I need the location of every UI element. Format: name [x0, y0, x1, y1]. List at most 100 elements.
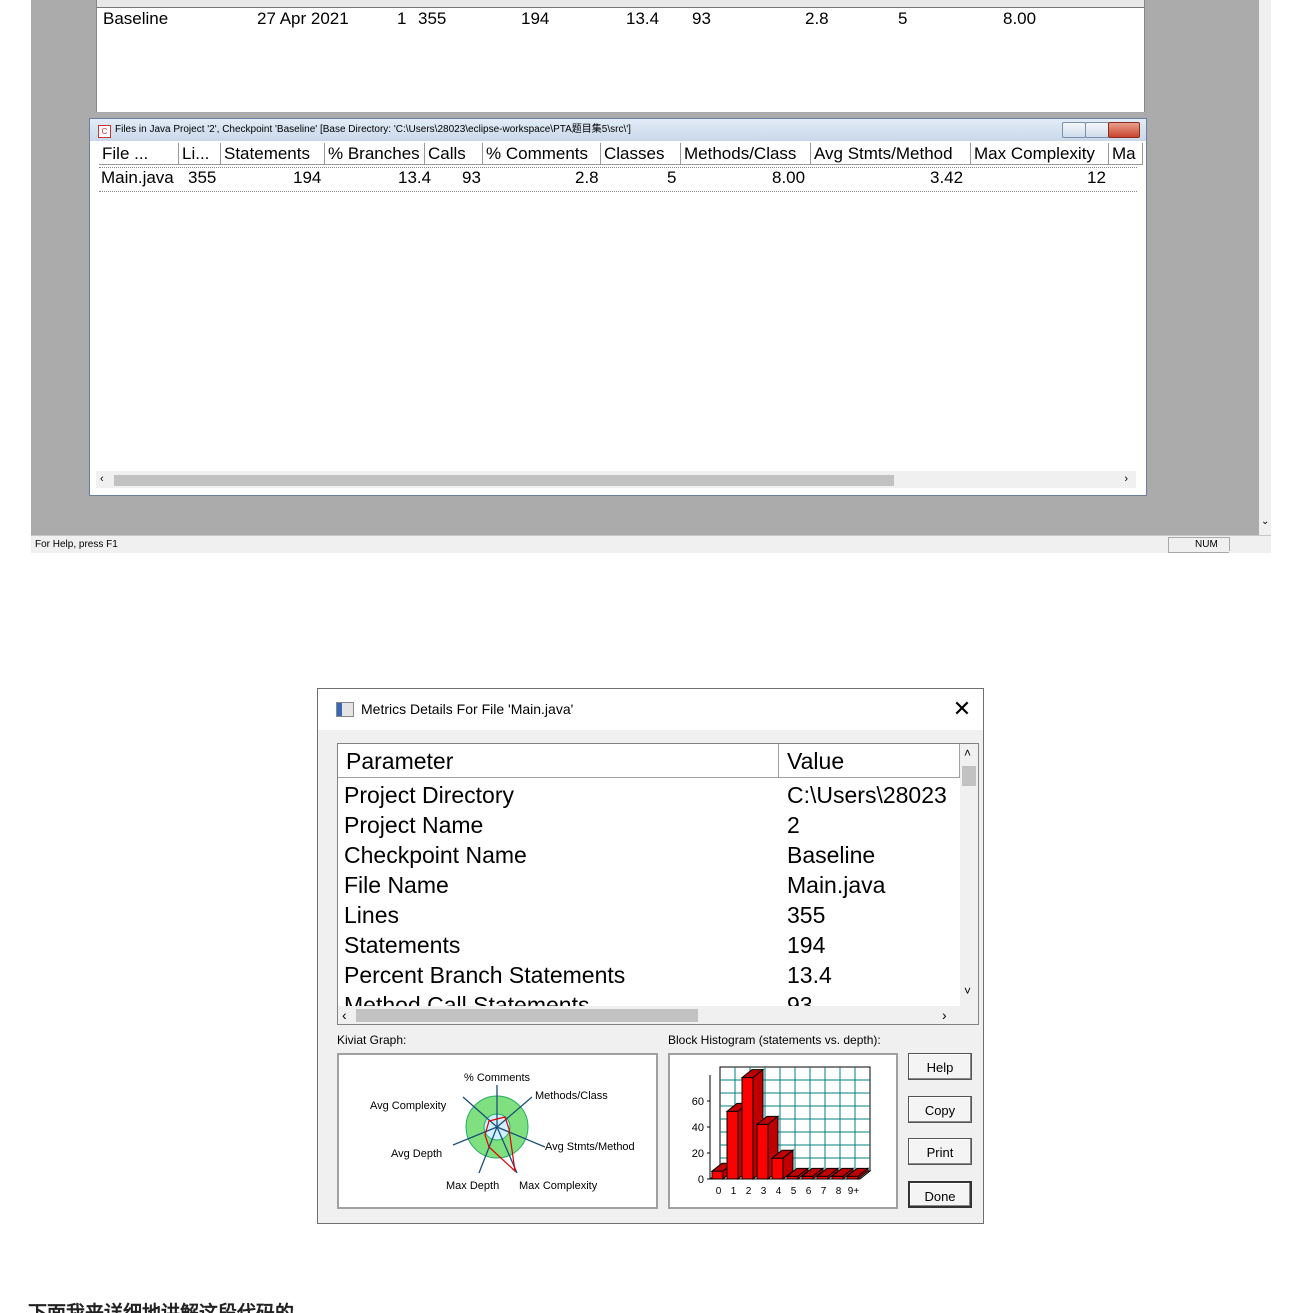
kiviat-axis-label: Avg Complexity	[370, 1100, 447, 1112]
help-button[interactable]: Help	[908, 1053, 972, 1080]
files-column-header[interactable]: Methods/Class	[681, 143, 811, 165]
files-window-title: Files in Java Project '2', Checkpoint 'B…	[115, 124, 631, 135]
kiviat-axis-label: Avg Stmts/Method	[545, 1141, 635, 1153]
histogram-y-tick-label: 40	[692, 1122, 704, 1134]
files-column-header[interactable]: % Branches	[325, 143, 425, 165]
app-vertical-scrollbar[interactable]: ⌄	[1259, 0, 1271, 535]
cp-files: 1	[397, 9, 407, 28]
metrics-details-dialog: Metrics Details For File 'Main.java' ✕ P…	[317, 688, 984, 1224]
file-methods-class-cell: 8.00	[772, 168, 806, 187]
value-cell: 2	[787, 812, 800, 838]
cp-methods-class: 8.00	[1003, 9, 1037, 28]
status-bar: For Help, press F1 NUM	[31, 535, 1271, 553]
histogram-x-tick-label: 5	[791, 1186, 797, 1197]
close-icon[interactable]: ✕	[950, 697, 974, 721]
histogram-x-tick-label: 9+	[848, 1186, 860, 1197]
value-cell: 355	[787, 902, 826, 928]
file-lines-cell: 355	[188, 168, 217, 187]
cp-name: Baseline	[103, 9, 169, 28]
histogram-svg: 02040600 1 2 3 4 5 6 7 8 9+	[692, 1066, 872, 1197]
cp-created: 27 Apr 2021	[257, 9, 349, 28]
files-column-header[interactable]: Statements	[221, 143, 325, 165]
scroll-left-icon[interactable]: ‹	[342, 1006, 347, 1024]
histogram-x-tick-label: 8	[836, 1186, 842, 1197]
scroll-down-icon[interactable]: ⌄	[1261, 516, 1269, 527]
cp-calls: 93	[692, 9, 711, 28]
scroll-right-icon[interactable]: ›	[942, 1006, 947, 1024]
kiviat-svg: % Comments Methods/Class Avg Stmts/Metho…	[370, 1072, 635, 1192]
file-avg-stmts-cell: 3.42	[930, 168, 964, 187]
kiviat-graph: % Comments Methods/Class Avg Stmts/Metho…	[337, 1053, 658, 1209]
file-comments-cell: 2.8	[575, 168, 599, 187]
files-column-header[interactable]: Classes	[601, 143, 681, 165]
dialog-titlebar[interactable]: Metrics Details For File 'Main.java' ✕	[318, 689, 983, 730]
value-cell: Baseline	[787, 842, 876, 868]
kiviat-axis-label: Max Depth	[446, 1180, 499, 1192]
files-column-header[interactable]: Max Complexity	[971, 143, 1109, 165]
files-column-header[interactable]: Li...	[179, 143, 221, 165]
cp-classes: 5	[898, 9, 908, 28]
value-column-header[interactable]: Value	[779, 744, 960, 778]
file-max-complexity-cell: 12	[1087, 168, 1106, 187]
files-column-header[interactable]: % Comments	[483, 143, 601, 165]
value-cell: 13.4	[787, 962, 832, 988]
grid-horizontal-scrollbar[interactable]: ‹ ›	[338, 1006, 978, 1024]
parameter-cell: Project Directory	[344, 782, 514, 808]
horizontal-scrollbar[interactable]: ‹ ›	[96, 471, 1136, 488]
file-calls-cell: 93	[462, 168, 481, 187]
checkpoints-header	[97, 0, 1144, 8]
kiviat-axis-label: % Comments	[464, 1072, 531, 1084]
parameter-cell: Lines	[344, 902, 399, 928]
block-histogram: 0 20 40 60 0 1 2 3 4 5 6 7 8 9+	[668, 1053, 898, 1209]
num-lock-indicator: NUM	[1195, 539, 1218, 550]
histogram-x-tick-label: 0	[716, 1186, 722, 1197]
grid-hscroll-thumb[interactable]	[356, 1009, 698, 1022]
close-button[interactable]	[1108, 122, 1140, 138]
java-file-icon: C	[98, 125, 111, 138]
histogram-x-tick-label: 6	[806, 1186, 812, 1197]
value-cell: Main.java	[787, 872, 886, 898]
scrollbar-thumb[interactable]	[114, 475, 894, 486]
done-button[interactable]: Done	[908, 1181, 972, 1208]
parameter-cell: Percent Branch Statements	[344, 962, 626, 988]
files-column-header[interactable]: Calls	[425, 143, 483, 165]
value-cell: C:\Users\28023	[787, 782, 947, 808]
cp-lines: 355	[418, 9, 447, 28]
grid-vertical-scrollbar[interactable]: ˄ ˅	[960, 744, 978, 1006]
kiviat-axis-label: Methods/Class	[535, 1090, 608, 1102]
scroll-right-icon[interactable]: ›	[1124, 471, 1128, 488]
kiviat-label: Kiviat Graph:	[337, 1033, 407, 1047]
copy-button[interactable]: Copy	[908, 1096, 972, 1123]
parameter-cell: Project Name	[344, 812, 484, 838]
scroll-down-icon[interactable]: ˅	[964, 984, 971, 998]
parameter-cell: Statements	[344, 932, 461, 958]
files-window: C Files in Java Project '2', Checkpoint '…	[89, 118, 1147, 496]
article-heading-fragment: 下面我来详细地讲解这段代码的	[28, 1300, 628, 1313]
cp-comments: 2.8	[805, 9, 829, 28]
maximize-button[interactable]	[1085, 122, 1109, 138]
files-window-titlebar[interactable]: C Files in Java Project '2', Checkpoint '…	[90, 119, 1146, 141]
grid-vscroll-thumb[interactable]	[962, 766, 976, 786]
dialog-title: Metrics Details For File 'Main.java'	[361, 701, 574, 717]
histogram-y-tick-label: 20	[692, 1148, 704, 1160]
files-column-header[interactable]: Ma	[1109, 143, 1143, 165]
checkpoints-table: Baseline 27 Apr 2021 1 355 194 13.4 93 2…	[96, 0, 1145, 112]
parameter-cell: File Name	[344, 872, 449, 898]
kiviat-axis-label: Max Complexity	[519, 1180, 598, 1192]
print-button[interactable]: Print	[908, 1138, 972, 1165]
histogram-y-tick-label: 60	[692, 1096, 704, 1108]
histogram-x-tick-label: 1	[731, 1186, 737, 1197]
histogram-x-tick-label: 2	[746, 1186, 752, 1197]
cp-branches: 13.4	[626, 9, 660, 28]
minimize-button[interactable]	[1062, 122, 1086, 138]
kiviat-axis-label: Avg Depth	[391, 1148, 442, 1160]
window-icon	[336, 702, 354, 717]
files-column-header[interactable]: Avg Stmts/Method	[811, 143, 971, 165]
scroll-left-icon[interactable]: ‹	[100, 471, 104, 488]
parameter-column-header[interactable]: Parameter	[338, 744, 779, 778]
files-table-row[interactable]	[99, 167, 1137, 192]
scroll-up-icon[interactable]: ˄	[964, 746, 971, 760]
file-classes-cell: 5	[667, 168, 677, 187]
histogram-x-tick-label: 3	[761, 1186, 767, 1197]
files-column-header[interactable]: File ...	[99, 143, 179, 165]
